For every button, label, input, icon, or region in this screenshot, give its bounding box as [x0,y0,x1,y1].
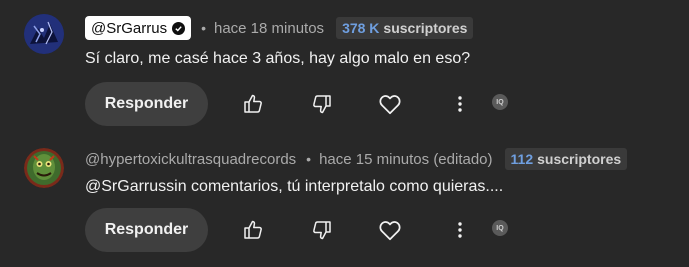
author-name[interactable]: @SrGarrus [85,16,192,40]
more-vert-icon[interactable] [444,88,476,120]
comment-text: Sí claro, me casé hace 3 años, hay algo … [85,50,471,67]
comment-item: @hypertoxickultrasquadrecords • hace 15 … [0,134,689,267]
subscriber-badge: 378 K suscriptores [336,17,474,39]
separator-dot: • [306,151,312,167]
author-label: @SrGarrus [91,19,168,37]
thumbs-down-icon[interactable] [306,88,338,120]
author-name[interactable]: @hypertoxickultrasquadrecords [85,151,296,168]
comment-time[interactable]: hace 15 minutos (editado) [319,151,492,168]
extension-badge-label: IQ [492,220,508,236]
verified-check-icon [172,21,186,35]
extension-badge-label: IQ [492,94,508,110]
separator-dot: • [201,20,206,36]
subscriber-count: 112 [510,151,534,167]
reply-button[interactable]: Responder [85,82,208,126]
avatar[interactable] [24,14,64,54]
comment-text: @SrGarrussin comentarios, tú interpretal… [85,178,504,195]
thumbs-up-icon[interactable] [237,88,269,120]
thumbs-up-icon[interactable] [237,214,269,246]
comment-item: @SrGarrus • hace 18 minutos 378 K suscri… [0,0,689,133]
subscriber-count: 378 K [342,20,380,36]
avatar[interactable] [24,148,64,188]
heart-icon[interactable] [374,88,406,120]
subscriber-label: suscriptores [537,151,622,167]
comment-time[interactable]: hace 18 minutos [214,20,324,37]
subscriber-badge: 112 suscriptores [504,148,628,170]
thumbs-down-icon[interactable] [306,214,338,246]
more-vert-icon[interactable] [444,214,476,246]
subscriber-label: suscriptores [383,20,468,36]
reply-button[interactable]: Responder [85,208,208,252]
extension-badge-icon[interactable]: IQ [490,92,510,112]
heart-icon[interactable] [374,214,406,246]
comment-header: @SrGarrus • hace 18 minutos 378 K suscri… [85,16,474,40]
comment-actions: Responder IQ [85,208,685,252]
comment-header: @hypertoxickultrasquadrecords • hace 15 … [85,147,628,171]
comment-actions: Responder IQ [85,82,685,126]
extension-badge-icon[interactable]: IQ [490,218,510,238]
